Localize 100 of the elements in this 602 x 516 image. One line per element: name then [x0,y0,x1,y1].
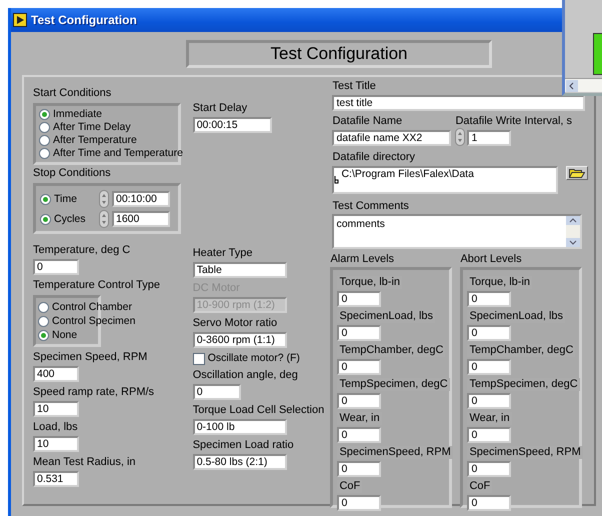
text-field[interactable]: 1600 [112,211,170,227]
text-field[interactable]: 0 [192,384,241,400]
field-label: Speed ramp rate, RPM/s [33,386,154,399]
text-field[interactable]: 0-100 lb [192,419,287,435]
indicator-light [593,33,602,75]
field-label: TempSpecimen, degC [337,378,450,391]
field-label: Start Delay [192,102,248,115]
text-field[interactable]: 00:00:15 [192,117,272,133]
text-field[interactable]: 0 [467,359,512,375]
radio-button[interactable] [40,194,51,204]
spin-buttons[interactable] [99,210,109,228]
field-label: Specimen Speed, RPM [33,351,148,364]
text-field[interactable]: 0 [337,291,382,307]
panel-heading: Test Configuration [270,44,408,64]
option-label: Cycles [54,212,87,226]
text-field[interactable]: 0.5-80 lbs (2:1) [192,454,287,470]
text-field[interactable]: 0 [337,393,382,409]
text-field[interactable]: 400 [33,366,79,382]
text-field[interactable]: 0 [467,393,512,409]
radio-button[interactable] [39,135,50,146]
field-label: Wear, in [337,412,382,425]
option-label: None [52,328,78,342]
option-label: Control Chamber [52,300,132,314]
group-label: Abort Levels [460,253,522,266]
text-field[interactable]: datafile name XX2 [332,130,452,146]
field-label: Oscillation angle, deg [192,369,298,382]
browse-button[interactable] [566,166,588,180]
field-label: TempChamber, degC [467,344,576,357]
run-arrow-icon [13,13,27,27]
field-label: SpecimenLoad, lbs [337,310,436,323]
radio-button[interactable] [39,122,50,133]
text-field[interactable]: Table [192,262,287,278]
radio-button[interactable] [38,316,49,326]
option-label: Time [54,192,78,206]
radio-button[interactable] [40,214,51,224]
scrollbar[interactable] [566,216,580,247]
field-label: Load, lbs [33,421,78,434]
field-label: SpecimenSpeed, RPM [337,446,453,459]
text-field[interactable]: 00:10:00 [112,191,170,207]
scroll-down-icon[interactable] [566,238,580,247]
option-label: After Time and Temperature [53,147,183,160]
field-label: SpecimenSpeed, RPM [467,446,583,459]
text-field[interactable]: 0 [337,359,382,375]
text-field[interactable]: 0 [337,427,382,443]
field-label: Test Title [332,80,376,93]
text-field[interactable]: 10 [33,401,79,417]
field-label: Datafile Write Interval, s [455,115,572,128]
field-label: Datafile directory [332,151,416,164]
scroll-up-icon[interactable] [566,216,580,225]
group-label: Temperature Control Type [33,279,160,292]
text-field[interactable]: 10 [33,436,79,452]
option-label: Immediate [53,108,102,121]
field-label: Test Comments [332,200,409,213]
field-label: Torque, lb-in [337,276,402,289]
radio-button[interactable] [39,148,50,159]
text-field[interactable]: 1 [467,130,512,146]
field-label: Servo Motor ratio [192,317,278,330]
field-label: Mean Test Radius, in [33,456,136,469]
path-icon [334,176,340,185]
text-field[interactable]: 0 [33,259,79,275]
radio-button[interactable] [38,330,49,340]
group-label: Stop Conditions [33,167,111,180]
field-label: Wear, in [467,412,512,425]
radio-button[interactable] [38,302,49,312]
option-label: Control Specimen [52,314,136,328]
group-label: Start Conditions [33,87,112,100]
field-label: Heater Type [192,247,252,260]
field-label: Specimen Load ratio [192,439,294,452]
text-field[interactable]: 0 [467,495,512,511]
text-field[interactable]: 0-3600 rpm (1:1) [192,332,287,348]
field-label: TempSpecimen, degC [467,378,580,391]
field-label: Torque, lb-in [467,276,532,289]
text-field[interactable]: 0.531 [33,471,79,487]
comments-field[interactable]: comments [332,214,582,249]
text-field[interactable]: 0 [337,461,382,477]
scrollbar[interactable] [565,78,602,92]
spin-buttons[interactable] [99,190,109,208]
spin-buttons[interactable] [455,128,466,146]
text-field[interactable]: 0 [467,427,512,443]
field-label: Datafile Name [332,115,402,128]
text-field[interactable]: 0 [467,461,512,477]
field-label: Torque Load Cell Selection [192,404,324,417]
text-field[interactable]: 0 [467,291,512,307]
text-field[interactable]: test title [332,95,586,111]
scroll-left-icon[interactable] [566,80,578,92]
group-label: Alarm Levels [330,253,394,266]
window-title: Test Configuration [31,14,137,26]
text-field[interactable]: 0 [337,325,382,341]
field-label: SpecimenLoad, lbs [467,310,566,323]
option-label: After Time Delay [53,121,131,134]
checkbox-label: Oscillate motor? (F) [208,352,300,365]
text-field[interactable]: 0 [467,325,512,341]
path-field[interactable]: C:\Program Files\Falex\Data [332,166,558,194]
field-label: Temperature, deg C [33,244,130,257]
folder-icon [569,168,586,178]
option-label: After Temperature [53,134,137,147]
field-label: TempChamber, degC [337,344,446,357]
checkbox[interactable] [192,352,205,364]
radio-button[interactable] [39,109,50,120]
text-field[interactable]: 0 [337,495,382,511]
